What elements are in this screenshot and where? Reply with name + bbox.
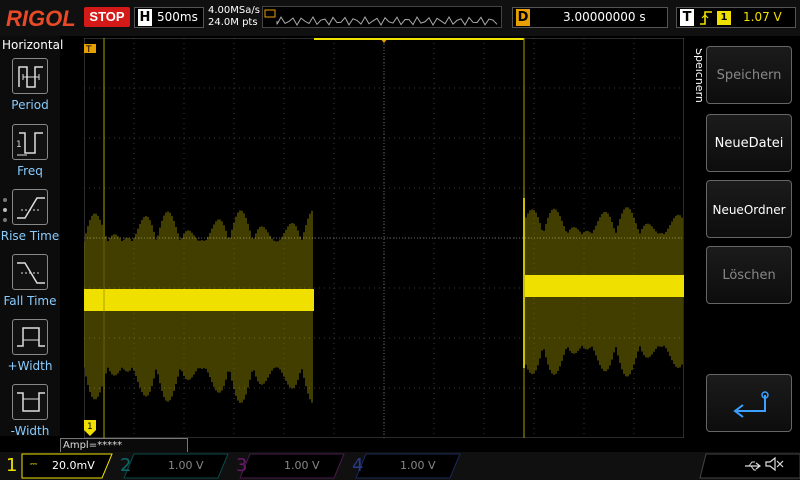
channel3-label[interactable]: 3: [236, 455, 247, 477]
negative-width-label: -Width: [10, 424, 50, 438]
freq-label: Freq: [17, 164, 43, 178]
channel1-label[interactable]: 1: [6, 455, 17, 477]
sample-rate: 4.00MSa/s: [208, 5, 260, 16]
period-label: Period: [11, 98, 49, 112]
positive-width-icon: [17, 327, 45, 347]
fall-time-icon: [17, 262, 45, 284]
save-button[interactable]: Speichern: [706, 46, 792, 104]
memory-overview-bar: [262, 6, 502, 28]
trigger-label: T: [680, 9, 694, 26]
period-button[interactable]: [12, 58, 48, 94]
horizontal-timebase-box[interactable]: H 500ms: [134, 7, 204, 28]
delay-label: D: [516, 9, 530, 26]
memory-window-marker: [314, 38, 524, 40]
return-button[interactable]: [706, 374, 792, 432]
delete-button[interactable]: Löschen: [706, 246, 792, 304]
rise-time-icon: [17, 197, 45, 219]
trigger-source-channel: 1: [717, 11, 731, 25]
trigger-box[interactable]: T 1 1.07 V: [676, 7, 796, 28]
svg-text:1: 1: [87, 422, 93, 432]
fall-time-label: Fall Time: [3, 294, 57, 308]
channel3-scale[interactable]: 1.00 V: [284, 455, 320, 477]
channel2-scale[interactable]: 1.00 V: [168, 455, 204, 477]
waveform-display[interactable]: T 1: [84, 38, 684, 438]
channel4-scale[interactable]: 1.00 V: [400, 455, 436, 477]
svg-text:1: 1: [16, 140, 22, 150]
timebase-value: 500ms: [157, 10, 198, 24]
channel2-label[interactable]: 2: [120, 455, 131, 477]
usb-icon: [744, 458, 762, 472]
negative-width-button[interactable]: [12, 384, 48, 420]
rising-edge-icon: [699, 10, 713, 29]
svg-text:Speichern: Speichern: [693, 48, 702, 103]
memory-depth: 24.0M pts: [208, 17, 258, 28]
measure-menu-title: Horizontal: [2, 38, 64, 52]
channel4-label[interactable]: 4: [352, 455, 363, 477]
brand-logo: RIGOL: [6, 6, 76, 31]
save-menu-title: Speichern: [684, 46, 706, 116]
freq-button[interactable]: 1: [12, 124, 48, 160]
delay-value: 3.00000000 s: [563, 10, 646, 24]
frequency-icon: 1: [16, 132, 43, 156]
fall-time-button[interactable]: [12, 254, 48, 290]
period-icon: [18, 66, 43, 88]
rise-time-label: Rise Time: [0, 229, 60, 243]
positive-width-label: +Width: [7, 359, 53, 373]
negative-width-icon: [17, 392, 45, 412]
page-dot-active: [3, 208, 7, 212]
channel1-scale[interactable]: 20.0mV: [52, 455, 95, 477]
rise-time-button[interactable]: [12, 189, 48, 225]
trace-core: [84, 289, 314, 311]
new-folder-button[interactable]: NeueOrdner: [706, 180, 792, 238]
measurement-readout: Ampl=*****: [60, 438, 188, 453]
new-file-button[interactable]: NeueDatei: [706, 114, 792, 172]
time-offset-marker: T: [84, 44, 96, 55]
delay-box[interactable]: D 3.00000000 s: [512, 7, 668, 28]
speaker-muted-icon[interactable]: [764, 456, 784, 472]
trigger-level: 1.07 V: [743, 10, 782, 24]
svg-text:T: T: [85, 45, 92, 55]
run-stop-indicator[interactable]: STOP: [84, 7, 130, 27]
page-dot: [3, 218, 7, 222]
horizontal-label: H: [138, 9, 152, 26]
trace-core: [524, 275, 684, 297]
channel1-ground-marker: 1: [84, 420, 96, 436]
page-dot: [3, 198, 7, 202]
dc-coupling-icon: ⎓: [30, 460, 38, 470]
return-arrow-icon: [733, 391, 769, 418]
positive-width-button[interactable]: [12, 319, 48, 355]
